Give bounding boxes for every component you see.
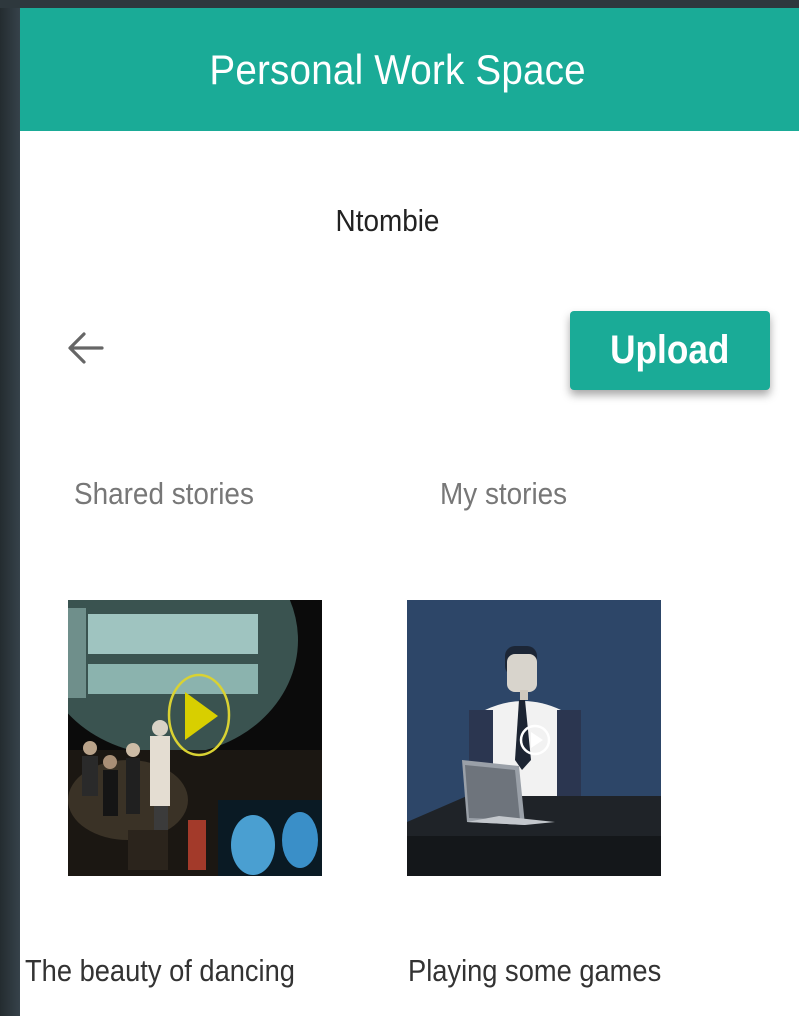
upload-button[interactable]: Upload [570, 311, 770, 390]
presentation-frame-top [0, 0, 799, 8]
presentation-frame-edge [0, 0, 20, 1016]
story-thumbnail-games[interactable] [407, 600, 661, 876]
dance-performance-image [68, 600, 322, 876]
story-title[interactable]: Playing some games [408, 953, 661, 989]
tab-shared-stories[interactable]: Shared stories [74, 476, 254, 512]
user-name: Ntombie [335, 203, 440, 238]
app-screen: Personal Work Space Ntombie Upload Share… [20, 8, 799, 1016]
tab-my-stories[interactable]: My stories [440, 476, 567, 512]
arrow-left-icon [68, 332, 104, 364]
man-at-laptop-image [407, 600, 661, 876]
app-bar: Personal Work Space [20, 8, 799, 131]
upload-button-label: Upload [610, 328, 730, 372]
story-thumbnail-dancing[interactable] [68, 600, 322, 876]
app-title: Personal Work Space [209, 45, 586, 93]
story-title[interactable]: The beauty of dancing [25, 953, 295, 989]
back-button[interactable] [56, 318, 116, 378]
